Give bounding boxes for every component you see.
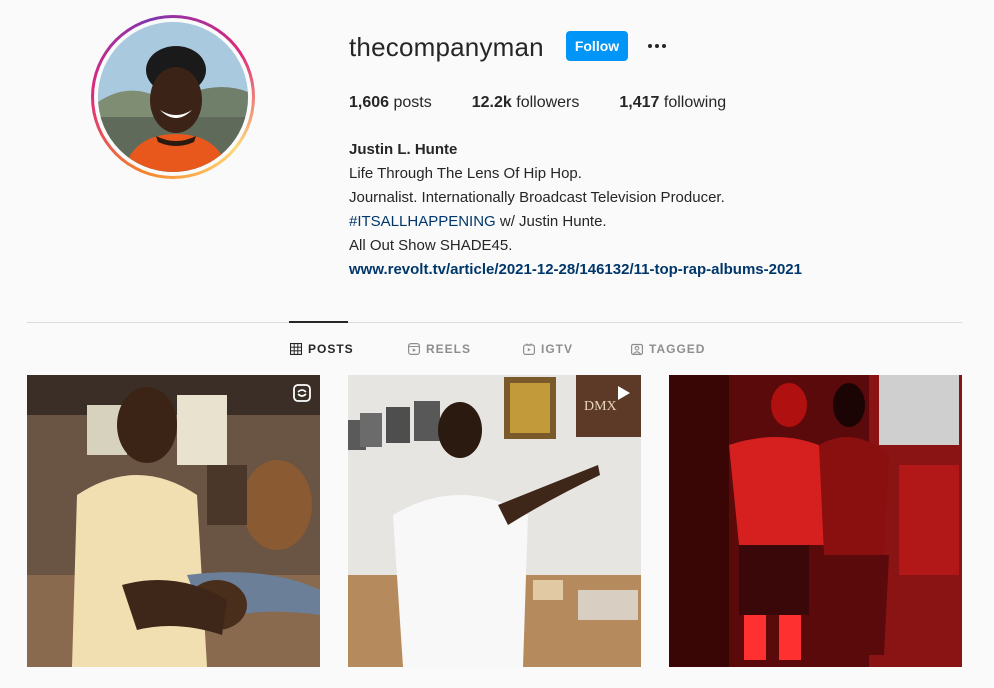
igtv-icon <box>523 343 535 355</box>
tagged-icon <box>631 343 643 355</box>
website-link[interactable]: www.revolt.tv/article/2021-12-28/146132/… <box>349 261 802 278</box>
profile-avatar[interactable] <box>91 15 255 179</box>
reels-badge-icon <box>293 384 311 402</box>
followers-label: followers <box>516 94 580 111</box>
tab-reels[interactable]: REELS <box>408 342 471 356</box>
tabs-divider <box>27 322 962 323</box>
posts-count: 1,606 posts <box>349 94 432 112</box>
following-link[interactable]: 1,417 following <box>619 94 726 112</box>
reels-icon <box>408 343 420 355</box>
post-tile[interactable]: DMX <box>348 375 641 667</box>
tab-label: TAGGED <box>649 342 706 356</box>
tab-posts[interactable]: POSTS <box>290 342 354 356</box>
svg-text:DMX: DMX <box>584 399 617 414</box>
bio-line-rest: w/ Justin Hunte. <box>495 213 607 230</box>
dot <box>662 44 666 48</box>
grid-icon <box>290 343 302 355</box>
following-label: following <box>663 94 727 111</box>
post-photo <box>27 375 320 667</box>
bio-line: Life Through The Lens Of Hip Hop. <box>349 165 582 182</box>
followers-link[interactable]: 12.2k followers <box>472 94 580 112</box>
play-badge-icon <box>618 386 630 400</box>
post-photo <box>669 375 962 667</box>
followers-count-value: 12.2k <box>471 94 512 111</box>
bio-hashtag-line: #ITSALLHAPPENING w/ Justin Hunte. <box>349 210 802 234</box>
dot <box>655 44 659 48</box>
posts-count-value: 1,606 <box>349 94 390 111</box>
posts-count-label: posts <box>393 94 432 111</box>
profile-bio: Justin L. Hunte Life Through The Lens Of… <box>349 138 802 282</box>
profile-stats: 1,606 posts 12.2k followers 1,417 follow… <box>349 94 766 112</box>
hashtag-link[interactable]: #ITSALLHAPPENING <box>349 213 496 230</box>
follow-button[interactable]: Follow <box>566 31 628 61</box>
avatar-illustration <box>98 22 248 172</box>
active-tab-indicator <box>289 321 348 323</box>
more-options-icon[interactable] <box>643 32 671 60</box>
tab-igtv[interactable]: IGTV <box>523 342 573 356</box>
bio-line: All Out Show SHADE45. <box>349 237 513 254</box>
post-photo: DMX <box>348 375 641 667</box>
dot <box>648 44 652 48</box>
bio-line: Journalist. Internationally Broadcast Te… <box>349 189 725 206</box>
tab-label: REELS <box>426 342 472 356</box>
post-tile[interactable] <box>27 375 320 667</box>
tab-label: POSTS <box>308 342 354 356</box>
full-name: Justin L. Hunte <box>349 141 458 158</box>
following-count-value: 1,417 <box>619 94 660 111</box>
post-tile[interactable] <box>669 375 962 667</box>
profile-username: thecompanyman <box>349 32 544 62</box>
tab-tagged[interactable]: TAGGED <box>631 342 705 356</box>
avatar-photo <box>98 22 248 172</box>
tab-label: IGTV <box>541 342 574 356</box>
